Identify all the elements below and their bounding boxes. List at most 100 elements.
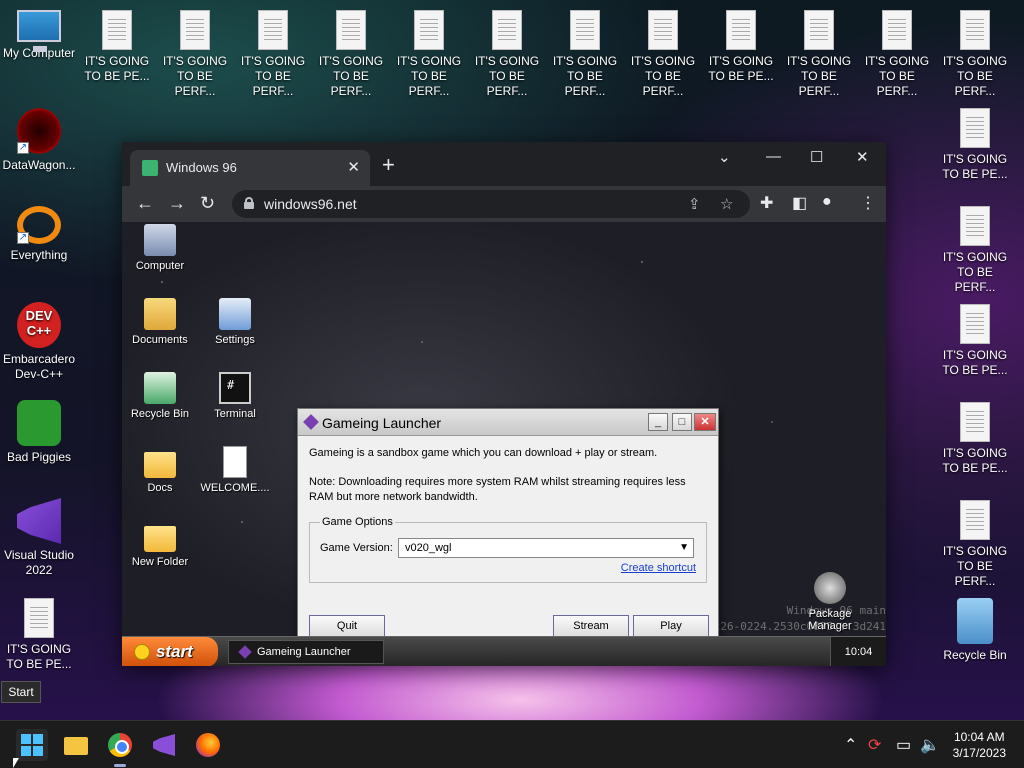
firefox-icon[interactable] [192, 729, 224, 761]
tab-windows-96[interactable]: Windows 96 ✕ [130, 150, 370, 186]
desktop-doc-icon[interactable]: IT'S GOING TO BE PERF... [858, 10, 936, 99]
desktop-doc-icon[interactable]: IT'S GOING TO BE PERF... [234, 10, 312, 99]
desktop-doc-icon[interactable]: IT'S GOING TO BE PERF... [390, 10, 468, 99]
w96-icon-new-folder[interactable]: New Folder [122, 520, 198, 568]
reload-button[interactable]: ↻ [200, 193, 215, 213]
share-icon[interactable]: ⇪ [688, 195, 701, 213]
desktop-doc-icon[interactable]: IT'S GOING TO BE PERF... [936, 206, 1014, 295]
desktop-icon-everything[interactable]: ↗ Everything [0, 206, 78, 263]
desktop-doc-icon[interactable]: IT'S GOING TO BE PERF... [936, 500, 1014, 589]
desktop-doc-icon[interactable]: IT'S GOING TO BE PE... [936, 108, 1014, 182]
kebab-menu-icon[interactable]: ⋮ [860, 193, 876, 213]
extensions-puzzle-icon[interactable]: ✚ [760, 193, 773, 213]
recycle-bin-icon [957, 598, 993, 644]
game-version-select[interactable]: v020_wgl ▼ [398, 538, 694, 558]
package-manager-icon [814, 572, 846, 604]
desktop-icon-datawagon[interactable]: ↗ DataWagon... [0, 108, 78, 173]
dialog-close-button[interactable]: ✕ [694, 413, 716, 431]
w96-icon-welcome[interactable]: WELCOME.... [197, 446, 273, 494]
text-document-icon [24, 598, 54, 638]
doc-label-line1: IT'S GOING [708, 54, 774, 68]
w96-task-gameing-launcher[interactable]: Gameing Launcher [228, 640, 384, 664]
quit-button[interactable]: Quit [309, 615, 385, 638]
doc-label-line2: TO BE PERF... [642, 69, 684, 98]
visual-studio-icon[interactable] [148, 729, 180, 761]
desktop-icon-my-computer[interactable]: My Computer [0, 10, 78, 61]
desktop-doc-icon[interactable]: IT'S GOING TO BE PERF... [312, 10, 390, 99]
minimize-button[interactable]: — [766, 148, 781, 165]
dialog-minimize-button[interactable]: _ [648, 413, 668, 431]
w96-icon-docs[interactable]: Docs [122, 446, 198, 494]
desktop-doc-icon[interactable]: IT'S GOING TO BE PE... [0, 598, 78, 672]
doc-label-line1: IT'S GOING [942, 152, 1008, 166]
w96-icon-label: Computer [135, 260, 185, 272]
w96-icon-documents[interactable]: Documents [122, 298, 198, 346]
system-clock[interactable]: 10:04 AM 3/17/2023 [953, 729, 1006, 761]
stream-button[interactable]: Stream [553, 615, 629, 638]
desktop-doc-icon[interactable]: IT'S GOING TO BE PE... [936, 402, 1014, 476]
doc-label-line2: TO BE PERF... [564, 69, 606, 98]
desktop-doc-icon[interactable]: IT'S GOING TO BE PERF... [624, 10, 702, 99]
text-document-icon [414, 10, 444, 50]
doc-label-line2: TO BE PERF... [330, 69, 372, 98]
tab-search-icon[interactable]: ⌄ [718, 148, 731, 166]
dialog-maximize-button[interactable]: □ [672, 413, 692, 431]
sync-icon[interactable]: ⟳ [868, 735, 881, 755]
desktop-doc-icon[interactable]: IT'S GOING TO BE PE... [702, 10, 780, 84]
volume-icon[interactable]: 🔈 [920, 735, 940, 755]
text-document-icon [804, 10, 834, 50]
dialog-note: Note: Downloading requires more system R… [309, 476, 686, 503]
w96-icon-label: Docs [147, 482, 173, 494]
desktop-icon-bad-piggies[interactable]: Bad Piggies [0, 400, 78, 465]
desktop-doc-icon[interactable]: IT'S GOING TO BE PERF... [468, 10, 546, 99]
file-explorer-icon[interactable] [60, 729, 92, 761]
tab-close-icon[interactable]: ✕ [347, 158, 360, 176]
clock-date: 3/17/2023 [952, 746, 1006, 760]
host-taskbar: ⌃ ⟳ ▭ 🔈 10:04 AM 3/17/2023 [0, 720, 1024, 768]
desktop-doc-icon[interactable]: IT'S GOING TO BE PERF... [780, 10, 858, 99]
w96-icon-computer[interactable]: Computer [122, 224, 198, 272]
browser-toolbar: ← → ↻ windows96.net ⇪ ☆ ✚ ◧ ● ⋮ [122, 186, 886, 222]
play-button[interactable]: Play [633, 615, 709, 638]
doc-label-line1: IT'S GOING [786, 54, 852, 68]
desktop-doc-icon[interactable]: IT'S GOING TO BE PE... [78, 10, 156, 84]
desktop-doc-icon[interactable]: IT'S GOING TO BE PERF... [936, 10, 1014, 99]
side-panel-icon[interactable]: ◧ [792, 193, 807, 213]
doc-label-line1: IT'S GOING [942, 446, 1008, 460]
w96-icon-terminal[interactable]: Terminal [197, 372, 273, 420]
close-window-button[interactable]: ✕ [856, 148, 869, 166]
desktop-doc-icon[interactable]: IT'S GOING TO BE PERF... [156, 10, 234, 99]
forward-button[interactable]: → [168, 193, 186, 213]
lock-icon[interactable] [244, 197, 254, 209]
doc-label-line2: TO BE PERF... [486, 69, 528, 98]
chevron-up-icon[interactable]: ⌃ [844, 735, 857, 755]
maximize-button[interactable]: ☐ [810, 148, 823, 166]
windows-start-icon[interactable] [16, 729, 48, 761]
profile-avatar-icon[interactable]: ● [822, 193, 832, 211]
create-shortcut-link[interactable]: Create shortcut [621, 561, 696, 576]
w96-icon-recycle-bin[interactable]: Recycle Bin [122, 372, 198, 420]
text-document-icon [960, 500, 990, 540]
back-button[interactable]: ← [136, 193, 154, 213]
desktop-icon-devcpp[interactable]: DEV C++ Embarcadero Dev-C++ [0, 302, 78, 382]
desktop-doc-icon[interactable]: IT'S GOING TO BE PE... [936, 304, 1014, 378]
active-app-indicator [114, 764, 126, 767]
w96-start-button[interactable]: start [122, 637, 218, 666]
w96-icon-label: Recycle Bin [130, 408, 190, 420]
desktop-icon-label: Bad Piggies [6, 450, 72, 464]
network-icon[interactable]: ▭ [896, 735, 911, 755]
desktop-icon-visual-studio[interactable]: Visual Studio 2022 [0, 498, 78, 578]
desktop-icon-recycle-bin[interactable]: Recycle Bin [936, 598, 1014, 663]
bad-piggies-icon [17, 400, 61, 446]
w96-clock: 10:04 [830, 637, 886, 666]
new-tab-button[interactable]: + [382, 154, 395, 176]
chrome-icon[interactable] [104, 729, 136, 761]
address-bar[interactable]: windows96.net ⇪ ☆ [232, 190, 750, 218]
desktop-doc-icon[interactable]: IT'S GOING TO BE PERF... [546, 10, 624, 99]
bookmark-star-icon[interactable]: ☆ [720, 195, 733, 213]
dialog-title: Gameing Launcher [322, 415, 442, 431]
w96-icon-settings[interactable]: Settings [197, 298, 273, 346]
dialog-titlebar[interactable]: Gameing Launcher _ □ ✕ [298, 409, 718, 436]
text-document-icon [882, 10, 912, 50]
doc-label-line2: TO BE PERF... [174, 69, 216, 98]
